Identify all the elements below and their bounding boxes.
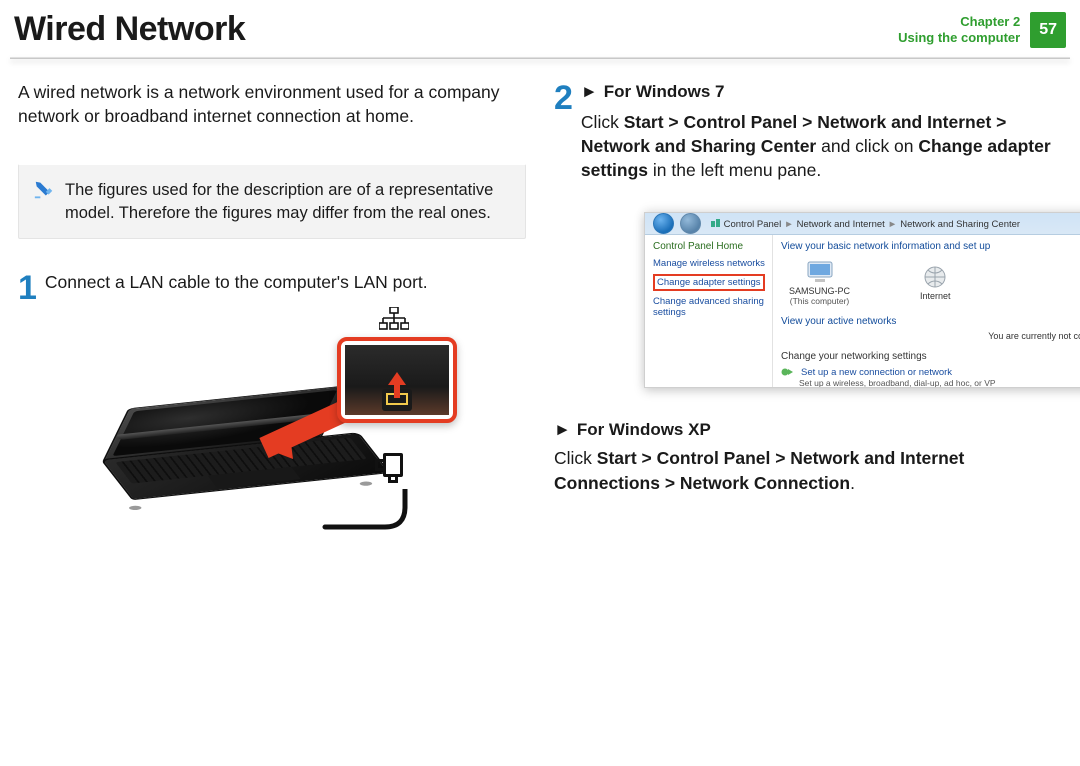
- step-1-number: 1: [18, 271, 37, 305]
- main-panel: View your basic network information and …: [773, 235, 1080, 388]
- computer-icon: [806, 260, 834, 284]
- note-text: The figures used for the description are…: [65, 179, 509, 224]
- setup-connection-row: Set up a new connection or network: [781, 366, 1080, 378]
- sidebar-link-sharing: Change advanced sharing settings: [653, 296, 766, 318]
- note-icon: [33, 179, 55, 201]
- step-2: 2 ► For Windows 7 Click Start > Control P…: [554, 81, 1062, 182]
- step-2-number: 2: [554, 81, 573, 182]
- forward-button-icon: [680, 213, 701, 234]
- internet-node: Internet: [920, 265, 951, 301]
- windows-xp-instructions: Click Start > Control Panel > Network an…: [554, 446, 1062, 494]
- page-title: Wired Network: [14, 10, 245, 49]
- pc-node: SAMSUNG-PC (This computer): [789, 260, 850, 306]
- windows-screenshot: Control Panel►Network and Internet►Netwo…: [644, 212, 1080, 388]
- chapter-subtitle: Using the computer: [898, 30, 1020, 45]
- pc-label: SAMSUNG-PC: [789, 286, 850, 296]
- breadcrumb: Control Panel►Network and Internet►Netwo…: [711, 218, 1020, 230]
- back-button-icon: [653, 213, 674, 234]
- sidebar-link-wireless: Manage wireless networks: [653, 258, 766, 269]
- windows-xp-block: ► For Windows XP Click Start > Control Pa…: [554, 420, 1062, 494]
- text-fragment: .: [850, 473, 855, 493]
- sidebar-heading: Control Panel Home: [653, 241, 766, 252]
- internet-label: Internet: [920, 291, 951, 301]
- step-1-text: Connect a LAN cable to the computer's LA…: [45, 271, 428, 305]
- main-heading: View your basic network information and …: [781, 241, 1080, 252]
- text-fragment: Click: [554, 448, 597, 468]
- windows7-heading: ► For Windows 7: [581, 81, 1062, 104]
- sidebar: Control Panel Home Manage wireless netwo…: [645, 235, 773, 388]
- window-titlebar: Control Panel►Network and Internet►Netwo…: [645, 213, 1080, 235]
- header-meta: Chapter 2 Using the computer 57: [898, 12, 1066, 48]
- intro-paragraph: A wired network is a network environment…: [18, 81, 526, 128]
- sidebar-link-adapter-highlighted: Change adapter settings: [653, 274, 765, 291]
- pc-sublabel: (This computer): [789, 296, 850, 306]
- step-1: 1 Connect a LAN cable to the computer's …: [18, 271, 526, 305]
- crumb-1: Control Panel: [724, 219, 782, 230]
- network-icon: [379, 307, 409, 331]
- windows7-instructions: Click Start > Control Panel > Network an…: [581, 110, 1062, 182]
- windows7-heading-text: For Windows 7: [604, 82, 725, 101]
- note-box: The figures used for the description are…: [18, 164, 526, 239]
- text-fragment: and click on: [816, 136, 918, 156]
- globe-icon: [923, 265, 947, 289]
- insert-arrow-icon: [388, 372, 406, 385]
- chapter-label: Chapter 2: [898, 14, 1020, 30]
- setup-connection-link: Set up a new connection or network: [801, 367, 952, 378]
- lan-port-callout: [337, 337, 457, 423]
- active-networks-heading: View your active networks: [781, 316, 1080, 327]
- text-fragment: Click: [581, 112, 624, 132]
- arrowhead-icon: ►: [581, 81, 598, 104]
- page-number-badge: 57: [1030, 12, 1066, 48]
- connection-icon: [781, 366, 795, 378]
- text-fragment: in the left menu pane.: [648, 160, 821, 180]
- lan-cable-icon: [317, 489, 457, 549]
- windows-xp-heading: For Windows XP: [577, 420, 711, 439]
- not-connected-text: You are currently not connected: [781, 331, 1080, 341]
- crumb-2: Network and Internet: [797, 219, 885, 230]
- change-settings-heading: Change your networking settings: [781, 351, 1080, 362]
- setup-connection-sub: Set up a wireless, broadband, dial-up, a…: [799, 378, 1080, 388]
- lan-port-illustration: [87, 321, 457, 551]
- arrowhead-icon: ►: [554, 420, 571, 440]
- rj45-plug-icon: [379, 453, 407, 489]
- crumb-3: Network and Sharing Center: [900, 219, 1020, 230]
- xp-path-bold: Start > Control Panel > Network and Inte…: [554, 448, 964, 492]
